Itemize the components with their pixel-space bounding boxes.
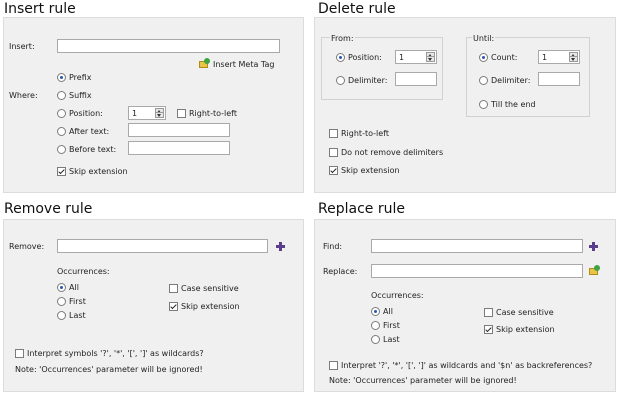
replace-rule-title: Replace rule	[318, 201, 405, 217]
no-remove-delimiters-checkbox[interactable]	[329, 148, 338, 157]
replace-note: Note: 'Occurrences' parameter will be ig…	[329, 376, 517, 385]
remove-first-label: First	[69, 297, 86, 306]
from-position-label: Position:	[348, 53, 382, 62]
insert-rule-title: Insert rule	[4, 1, 76, 17]
replace-field[interactable]	[371, 264, 583, 278]
before-text-label: Before text:	[69, 145, 117, 154]
insert-text-field[interactable]	[57, 39, 280, 53]
till-end-label: Till the end	[491, 100, 536, 109]
before-text-field[interactable]	[128, 141, 230, 155]
remove-text-field[interactable]	[57, 239, 268, 253]
until-count-label: Count:	[491, 53, 518, 62]
prefix-radio[interactable]	[57, 73, 66, 82]
insert-skip-extension-label: Skip extension	[69, 167, 128, 176]
remove-case-sensitive-checkbox[interactable]	[169, 284, 178, 293]
remove-case-sensitive-label: Case sensitive	[181, 284, 239, 293]
delete-skip-extension-checkbox[interactable]	[329, 166, 338, 175]
after-text-label: After text:	[69, 127, 110, 136]
from-delimiter-radio[interactable]	[336, 76, 345, 85]
find-add-icon[interactable]	[589, 242, 598, 251]
replace-last-label: Last	[383, 335, 400, 344]
find-field[interactable]	[371, 239, 583, 253]
suffix-label: Suffix	[69, 91, 92, 100]
until-count-value: 1	[542, 53, 548, 62]
remove-wildcards-checkbox[interactable]	[15, 349, 24, 358]
remove-all-label: All	[69, 283, 79, 292]
delete-rule-title: Delete rule	[318, 1, 396, 17]
delete-until-label: Until:	[472, 34, 496, 44]
position-value: 1	[132, 109, 138, 118]
replace-case-sensitive-checkbox[interactable]	[484, 308, 493, 317]
replace-all-radio[interactable]	[371, 307, 380, 316]
after-text-field[interactable]	[128, 123, 230, 137]
remove-last-radio[interactable]	[57, 311, 66, 320]
delete-right-to-left-checkbox[interactable]	[329, 129, 338, 138]
spin-down-icon[interactable]	[569, 56, 578, 62]
from-delimiter-label: Delimiter:	[348, 76, 388, 85]
from-delimiter-field[interactable]	[395, 72, 437, 86]
prefix-label: Prefix	[69, 73, 92, 82]
until-delimiter-field[interactable]	[538, 72, 580, 86]
replace-first-label: First	[383, 321, 400, 330]
insert-label: Insert:	[9, 42, 35, 51]
until-count-radio[interactable]	[479, 53, 488, 62]
replace-label: Replace:	[323, 267, 358, 276]
delete-from-label: From:	[330, 34, 355, 44]
until-delimiter-radio[interactable]	[479, 76, 488, 85]
insert-skip-extension-checkbox[interactable]	[57, 167, 66, 176]
no-remove-delimiters-label: Do not remove delimiters	[341, 148, 444, 157]
replace-skip-extension-checkbox[interactable]	[484, 325, 493, 334]
replace-skip-extension-label: Skip extension	[496, 325, 555, 334]
remove-add-icon[interactable]	[276, 242, 285, 251]
remove-skip-extension-checkbox[interactable]	[169, 302, 178, 311]
remove-first-radio[interactable]	[57, 297, 66, 306]
suffix-radio[interactable]	[57, 91, 66, 100]
insert-meta-tag-link[interactable]: Insert Meta Tag	[213, 60, 274, 70]
where-label: Where:	[9, 91, 38, 100]
remove-all-radio[interactable]	[57, 283, 66, 292]
replace-meta-tag-icon[interactable]	[589, 265, 600, 276]
insert-right-to-left-checkbox[interactable]	[177, 109, 186, 118]
find-label: Find:	[323, 242, 343, 251]
insert-right-to-left-label: Right-to-left	[189, 109, 237, 118]
delete-from-group	[321, 37, 443, 100]
replace-wildcards-label: Interpret '?', '*', '[', ']' as wildcard…	[341, 361, 593, 370]
insert-meta-tag-icon[interactable]	[199, 58, 210, 69]
remove-skip-extension-label: Skip extension	[181, 302, 240, 311]
replace-wildcards-checkbox[interactable]	[329, 361, 338, 370]
replace-occurrences-label: Occurrences:	[371, 291, 424, 300]
till-end-radio[interactable]	[479, 100, 488, 109]
remove-last-label: Last	[69, 311, 86, 320]
before-text-radio[interactable]	[57, 145, 66, 154]
remove-rule-title: Remove rule	[4, 201, 93, 217]
remove-occurrences-label: Occurrences:	[57, 267, 110, 276]
replace-all-label: All	[383, 307, 393, 316]
spin-down-icon[interactable]	[155, 112, 164, 118]
delete-right-to-left-label: Right-to-left	[341, 129, 389, 138]
remove-note: Note: 'Occurrences' parameter will be ig…	[15, 365, 203, 374]
replace-case-sensitive-label: Case sensitive	[496, 308, 554, 317]
from-position-radio[interactable]	[336, 53, 345, 62]
position-spinner[interactable]: 1	[128, 106, 166, 120]
until-count-spinner[interactable]: 1	[538, 50, 580, 64]
from-position-spinner[interactable]: 1	[395, 50, 437, 64]
position-label: Position:	[69, 109, 103, 118]
position-radio[interactable]	[57, 109, 66, 118]
remove-label: Remove:	[9, 242, 45, 251]
remove-wildcards-label: Interpret symbols '?', '*', '[', ']' as …	[27, 349, 204, 358]
until-delimiter-label: Delimiter:	[491, 76, 531, 85]
from-position-value: 1	[399, 53, 405, 62]
delete-skip-extension-label: Skip extension	[341, 166, 400, 175]
after-text-radio[interactable]	[57, 127, 66, 136]
spin-down-icon[interactable]	[426, 56, 435, 62]
replace-first-radio[interactable]	[371, 321, 380, 330]
replace-last-radio[interactable]	[371, 335, 380, 344]
